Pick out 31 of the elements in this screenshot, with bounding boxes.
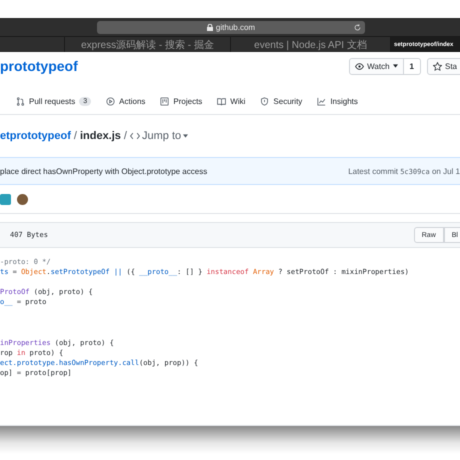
- repo-nav-tab[interactable]: Actions: [106, 96, 146, 106]
- star-icon: [432, 62, 442, 70]
- repo-name[interactable]: prototypeof: [0, 58, 78, 74]
- star-button[interactable]: Sta: [426, 58, 460, 74]
- file-name: index.js: [80, 130, 121, 142]
- pull-request-icon: [16, 96, 25, 106]
- board-icon: [160, 96, 170, 106]
- path-separator: /: [124, 130, 127, 142]
- contributor-avatar[interactable]: [0, 194, 11, 204]
- graph-icon: [317, 96, 326, 106]
- lock-icon: [206, 24, 213, 30]
- watch-button[interactable]: Watch: [349, 58, 404, 74]
- shield-icon: [260, 96, 270, 106]
- repo-nav-tab[interactable]: Projects: [160, 96, 202, 106]
- jump-to-button[interactable]: Jump to: [130, 130, 188, 142]
- eye-icon: [355, 62, 364, 70]
- breadcrumb-link[interactable]: etprototypeof: [0, 130, 71, 142]
- code-icon: [130, 132, 140, 140]
- watch-count[interactable]: 1: [404, 58, 421, 74]
- address-bar[interactable]: github.com: [97, 20, 365, 34]
- repo-nav-tab[interactable]: Insights: [317, 96, 358, 106]
- path-separator: /: [74, 130, 77, 142]
- commit-message[interactable]: place direct hasOwnProperty with Object.prototype access: [0, 166, 208, 176]
- book-icon: [217, 96, 226, 106]
- reload-icon[interactable]: [354, 24, 361, 30]
- contributor-avatar[interactable]: [17, 194, 28, 204]
- caret-icon: [392, 64, 398, 68]
- play-circle-icon: [106, 96, 116, 106]
- caret-icon: [183, 134, 188, 138]
- repo-nav-tab[interactable]: Wiki: [217, 96, 246, 106]
- repo-nav-tab[interactable]: Security: [260, 96, 302, 106]
